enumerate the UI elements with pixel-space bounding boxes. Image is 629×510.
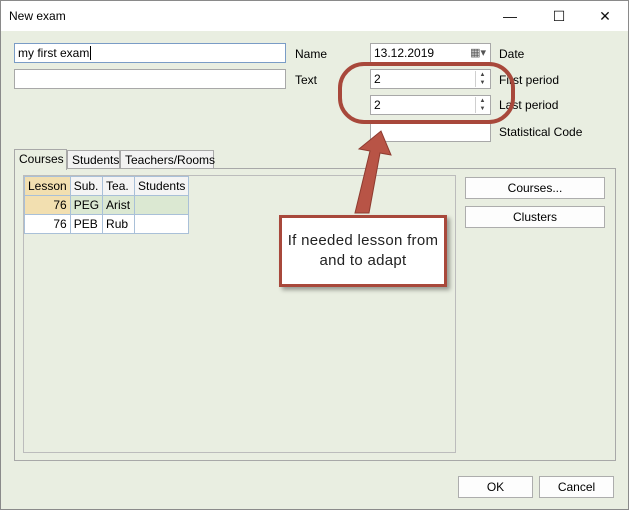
annotation-line-2: and to adapt [319,252,407,269]
highlight-ring [338,62,515,124]
annotation-callout: If needed lesson from and to adapt [279,215,447,287]
tab-courses[interactable]: Courses [14,149,67,170]
annotation-line-1: If needed lesson from [287,232,439,249]
new-exam-dialog: New exam — ☐ ✕ my first exam Name Text 1… [0,0,629,510]
annotation-arrow [354,130,392,214]
